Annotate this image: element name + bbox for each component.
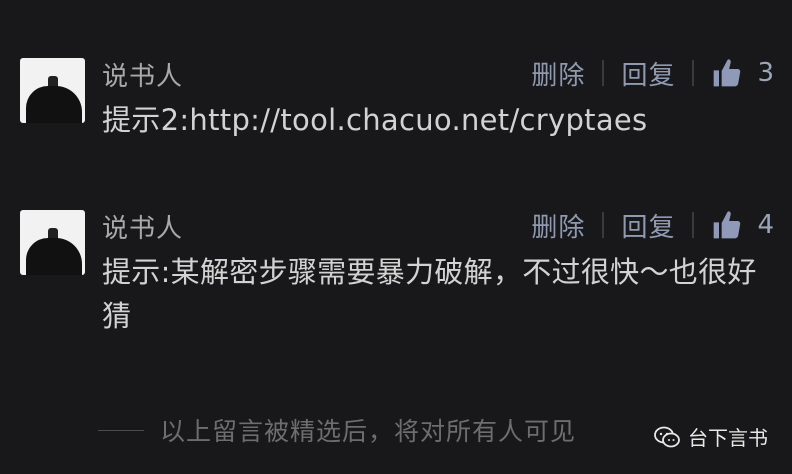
divider-line — [98, 430, 144, 431]
account-watermark: 台下言书 — [654, 422, 768, 451]
like-button[interactable]: 4 — [711, 209, 774, 241]
comment-item: 说书人 删除 回复 4 提示:某解密步骤需要暴力破解，不过很快～也很好猜 — [0, 0, 792, 360]
comment-text: 提示:某解密步骤需要暴力破解，不过很快～也很好猜 — [102, 255, 757, 333]
thumbs-up-icon — [714, 211, 741, 239]
delete-button[interactable]: 删除 — [531, 207, 585, 244]
comment-author: 说书人 — [102, 214, 184, 244]
reply-button[interactable]: 回复 — [621, 207, 675, 244]
account-name: 台下言书 — [688, 426, 768, 450]
like-count: 4 — [757, 210, 774, 240]
avatar-figure — [26, 238, 82, 275]
wechat-icon — [654, 426, 680, 447]
featured-note-text: 以上留言被精选后，将对所有人可见 — [160, 417, 577, 446]
avatar[interactable] — [20, 210, 85, 275]
comment-actions: 删除 回复 4 — [531, 207, 774, 244]
divider — [692, 212, 695, 238]
divider — [602, 212, 605, 238]
